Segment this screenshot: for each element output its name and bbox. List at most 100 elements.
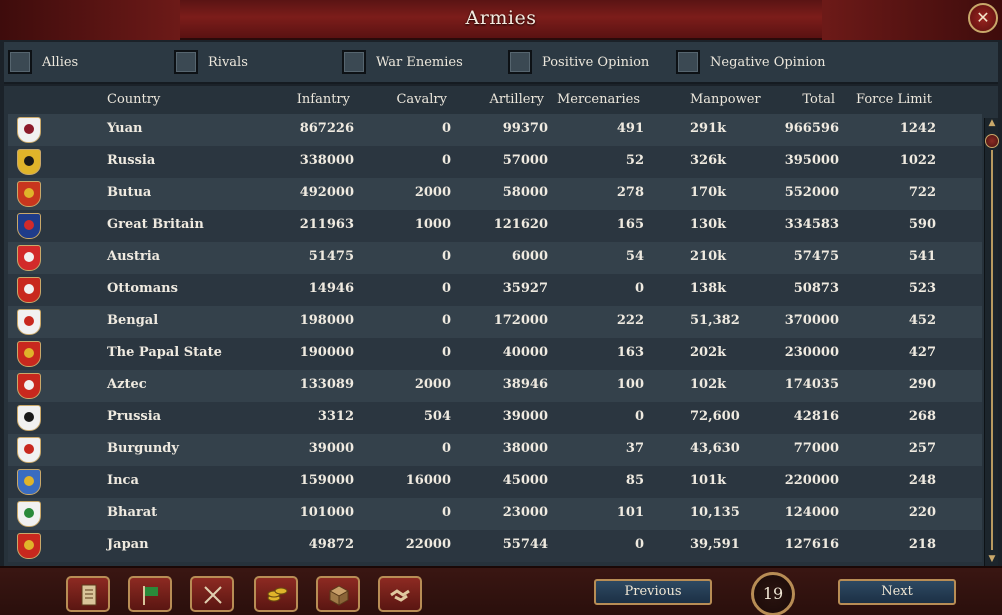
table-row[interactable]: Bharat 101000 0 23000 101 10,135 124000 220 — [8, 498, 982, 530]
positive-opinion-checkbox[interactable] — [508, 50, 532, 74]
close-button[interactable]: ✕ — [968, 3, 998, 33]
column-header-mercenaries[interactable]: Mercenaries — [557, 92, 640, 107]
flag-emblem — [24, 284, 34, 294]
cell-force-limit: 541 — [908, 249, 936, 264]
military-button[interactable] — [190, 576, 234, 612]
cell-cavalry: 22000 — [405, 537, 451, 552]
column-header-total[interactable]: Total — [802, 92, 835, 107]
previous-button[interactable]: Previous — [594, 579, 712, 605]
filter-positive-opinion[interactable]: Positive Opinion — [508, 49, 649, 75]
country-flag-icon[interactable] — [17, 213, 41, 239]
table-row[interactable]: Russia 338000 0 57000 52 326k 395000 1022 — [8, 146, 982, 178]
table-row[interactable]: The Papal State 190000 0 40000 163 202k 230000… — [8, 338, 982, 370]
cell-infantry: 133089 — [299, 377, 354, 392]
cell-total: 230000 — [784, 345, 839, 360]
cell-country: Great Britain — [107, 217, 204, 232]
cell-force-limit: 257 — [908, 441, 936, 456]
trade-button[interactable] — [316, 576, 360, 612]
table-row[interactable]: Austria 51475 0 6000 54 210k 57475 541 — [8, 242, 982, 274]
country-flag-icon[interactable] — [17, 501, 41, 527]
cell-country: Aztec — [107, 377, 147, 392]
cell-force-limit: 590 — [908, 217, 936, 232]
filter-war-enemies[interactable]: War Enemies — [342, 49, 463, 75]
country-flag-icon[interactable] — [17, 469, 41, 495]
cell-artillery: 40000 — [502, 345, 548, 360]
negative-opinion-checkbox[interactable] — [676, 50, 700, 74]
column-header-artillery[interactable]: Artillery — [489, 92, 544, 107]
filter-allies[interactable]: Allies — [8, 49, 78, 75]
table-row[interactable]: Burgundy 39000 0 38000 37 43,630 77000 257 — [8, 434, 982, 466]
column-header-cavalry[interactable]: Cavalry — [396, 92, 447, 107]
cell-manpower: 101k — [690, 473, 727, 488]
table-row[interactable]: Japan 49872 22000 55744 0 39,591 127616 218 — [8, 530, 982, 562]
cell-mercenaries: 0 — [634, 537, 644, 552]
flag-button[interactable] — [128, 576, 172, 612]
economy-button[interactable] — [254, 576, 298, 612]
country-flag-icon[interactable] — [17, 309, 41, 335]
table-row[interactable]: Bengal 198000 0 172000 222 51,382 370000 452 — [8, 306, 982, 338]
cell-mercenaries: 100 — [616, 377, 644, 392]
cell-cavalry: 0 — [441, 345, 451, 360]
cell-infantry: 3312 — [317, 409, 354, 424]
flag-emblem — [24, 188, 34, 198]
cell-total: 334583 — [784, 217, 839, 232]
cell-infantry: 39000 — [308, 441, 354, 456]
cell-mercenaries: 278 — [616, 185, 644, 200]
flag-emblem — [24, 220, 34, 230]
page-number: 19 — [751, 572, 795, 615]
scroll-thumb[interactable] — [985, 134, 999, 148]
cell-mercenaries: 163 — [616, 345, 644, 360]
cell-total: 127616 — [784, 537, 839, 552]
country-flag-icon[interactable] — [17, 405, 41, 431]
country-flag-icon[interactable] — [17, 149, 41, 175]
country-flag-icon[interactable] — [17, 117, 41, 143]
allies-checkbox[interactable] — [8, 50, 32, 74]
scrollbar[interactable]: ▲ ▼ — [984, 118, 999, 568]
table-row[interactable]: Inca 159000 16000 45000 85 101k 220000 248 — [8, 466, 982, 498]
rivals-checkbox[interactable] — [174, 50, 198, 74]
column-header-infantry[interactable]: Infantry — [297, 92, 350, 107]
cell-manpower: 10,135 — [690, 505, 740, 520]
flag-emblem — [24, 380, 34, 390]
flag-emblem — [24, 476, 34, 486]
column-header-force-limit[interactable]: Force Limit — [856, 92, 932, 107]
diplomacy-button[interactable] — [378, 576, 422, 612]
table-row[interactable]: Aztec 133089 2000 38946 100 102k 174035 290 — [8, 370, 982, 402]
ledger-button[interactable] — [66, 576, 110, 612]
column-header-country[interactable]: Country — [107, 92, 160, 107]
next-button[interactable]: Next — [838, 579, 956, 605]
table-row[interactable]: Ottomans 14946 0 35927 0 138k 50873 523 — [8, 274, 982, 306]
cell-infantry: 190000 — [299, 345, 354, 360]
table-row[interactable]: Butua 492000 2000 58000 278 170k 552000 722 — [8, 178, 982, 210]
cell-artillery: 39000 — [502, 409, 548, 424]
cell-manpower: 102k — [690, 377, 727, 392]
country-flag-icon[interactable] — [17, 373, 41, 399]
table-row[interactable]: Prussia 3312 504 39000 0 72,600 42816 268 — [8, 402, 982, 434]
cell-cavalry: 0 — [441, 441, 451, 456]
cell-total: 552000 — [784, 185, 839, 200]
flag-emblem — [24, 156, 34, 166]
cell-artillery: 38000 — [502, 441, 548, 456]
filter-rivals[interactable]: Rivals — [174, 49, 248, 75]
country-flag-icon[interactable] — [17, 181, 41, 207]
cell-country: Austria — [107, 249, 161, 264]
column-header-manpower[interactable]: Manpower — [690, 92, 761, 107]
scroll-up-icon[interactable]: ▲ — [986, 118, 998, 132]
country-flag-icon[interactable] — [17, 341, 41, 367]
cell-artillery: 55744 — [502, 537, 548, 552]
country-flag-icon[interactable] — [17, 277, 41, 303]
filter-negative-opinion[interactable]: Negative Opinion — [676, 49, 826, 75]
filter-label: War Enemies — [376, 54, 463, 70]
country-flag-icon[interactable] — [17, 533, 41, 559]
cell-cavalry: 2000 — [414, 377, 451, 392]
cell-artillery: 121620 — [493, 217, 548, 232]
cell-infantry: 867226 — [299, 121, 354, 136]
table-row[interactable]: Yuan 867226 0 99370 491 291k 966596 1242 — [8, 114, 982, 146]
table-row[interactable]: Great Britain 211963 1000 121620 165 130k 3345… — [8, 210, 982, 242]
cell-country: Bharat — [107, 505, 158, 520]
country-flag-icon[interactable] — [17, 245, 41, 271]
war-enemies-checkbox[interactable] — [342, 50, 366, 74]
cell-manpower: 326k — [690, 153, 727, 168]
scroll-track[interactable] — [991, 150, 993, 550]
country-flag-icon[interactable] — [17, 437, 41, 463]
